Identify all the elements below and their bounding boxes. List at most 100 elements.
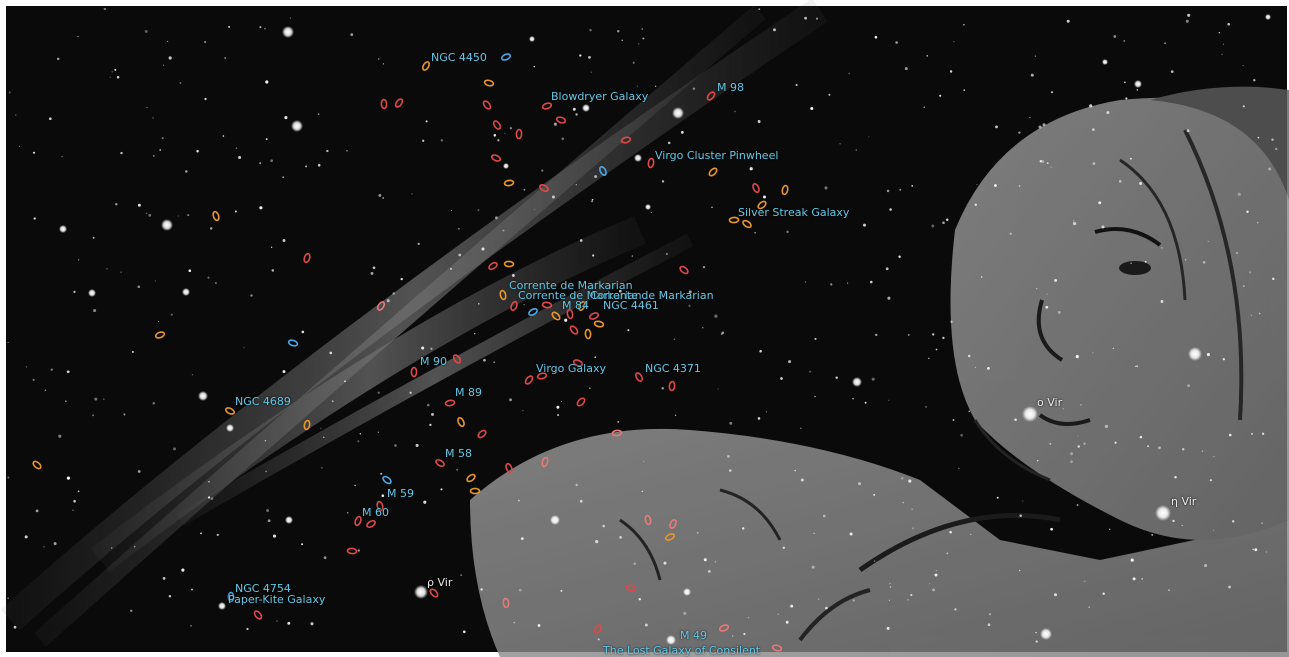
star: [267, 519, 271, 523]
star: [749, 167, 753, 171]
star: [1057, 310, 1061, 314]
bright-star[interactable]: [852, 377, 862, 387]
star: [270, 159, 273, 163]
bright-star[interactable]: [634, 154, 642, 162]
bright-star[interactable]: [1155, 505, 1171, 521]
star: [541, 169, 544, 172]
label-blowdryer-galaxy[interactable]: Blowdryer Galaxy: [551, 91, 648, 103]
star: [323, 556, 327, 560]
bright-star[interactable]: [1040, 628, 1052, 640]
bright-star[interactable]: [529, 36, 535, 42]
label-ngc-4371[interactable]: NGC 4371: [645, 363, 701, 375]
star: [642, 37, 645, 40]
star: [1054, 278, 1058, 282]
star: [238, 156, 242, 159]
star: [214, 282, 217, 284]
label-virgo-cluster-pinwheel[interactable]: Virgo Cluster Pinwheel: [655, 150, 778, 162]
bright-star[interactable]: [285, 516, 293, 524]
bright-star[interactable]: [1022, 406, 1038, 422]
bright-star[interactable]: [503, 163, 509, 169]
star: [1187, 13, 1191, 17]
bright-star[interactable]: [161, 219, 173, 231]
star: [717, 388, 719, 390]
bright-star[interactable]: [645, 204, 651, 210]
bright-star[interactable]: [291, 120, 303, 132]
label-silver-streak-galaxy[interactable]: Silver Streak Galaxy: [738, 207, 849, 219]
label-ngc-4689[interactable]: NGC 4689: [235, 396, 291, 408]
bright-star[interactable]: [226, 424, 234, 432]
star: [885, 267, 889, 271]
star: [572, 107, 576, 111]
star: [1172, 519, 1175, 523]
star: [289, 17, 291, 19]
bright-star[interactable]: [672, 107, 684, 119]
star: [560, 400, 563, 402]
star: [818, 598, 820, 600]
star: [1130, 558, 1134, 562]
bright-star[interactable]: [182, 288, 190, 296]
label-rho-vir[interactable]: ρ Vir: [427, 577, 452, 589]
label-m60[interactable]: M 60: [362, 507, 389, 519]
star: [889, 586, 892, 588]
label-m49[interactable]: M 49: [680, 630, 707, 642]
label-omicron-vir[interactable]: o Vir: [1037, 397, 1062, 409]
label-ngc-4461[interactable]: NGC 4461: [603, 300, 659, 312]
star: [188, 269, 192, 272]
label-m59[interactable]: M 59: [387, 488, 414, 500]
bright-star[interactable]: [414, 585, 428, 599]
star: [1038, 125, 1042, 129]
label-m98[interactable]: M 98: [717, 82, 744, 94]
bright-star[interactable]: [1188, 347, 1202, 361]
label-m90[interactable]: M 90: [420, 356, 447, 368]
star: [702, 327, 704, 329]
star: [641, 28, 643, 30]
star: [855, 149, 858, 151]
star: [1092, 128, 1095, 131]
label-lost-galaxy[interactable]: The Lost Galaxy of Consilent: [603, 645, 760, 657]
star: [871, 377, 875, 381]
star: [282, 176, 285, 178]
star: [359, 433, 361, 435]
label-eta-vir[interactable]: η Vir: [1171, 496, 1196, 508]
star: [120, 271, 122, 273]
star: [633, 562, 637, 565]
bright-star[interactable]: [1102, 59, 1108, 65]
star: [597, 638, 600, 641]
sky-view[interactable]: NGC 4450 Blowdryer Galaxy M 98 Virgo Clu…: [0, 0, 1289, 657]
label-m84[interactable]: M 84: [562, 300, 589, 312]
star: [714, 561, 717, 563]
bright-star[interactable]: [282, 26, 294, 38]
label-m89[interactable]: M 89: [455, 387, 482, 399]
star: [663, 561, 667, 565]
bright-star[interactable]: [1265, 14, 1271, 20]
star: [170, 313, 173, 316]
bright-star[interactable]: [683, 588, 691, 596]
star: [346, 511, 349, 514]
star: [372, 266, 376, 270]
star: [1019, 569, 1021, 572]
star: [952, 419, 955, 421]
star: [103, 7, 106, 11]
label-virgo-galaxy[interactable]: Virgo Galaxy: [536, 363, 606, 375]
star: [1242, 105, 1245, 108]
star: [1018, 131, 1021, 134]
star: [591, 198, 594, 201]
bright-star[interactable]: [198, 391, 208, 401]
star: [207, 496, 211, 499]
bright-star[interactable]: [550, 515, 560, 525]
label-ngc-4450[interactable]: NGC 4450: [431, 52, 487, 64]
bright-star[interactable]: [1134, 80, 1142, 88]
label-paper-kite-galaxy[interactable]: Paper-Kite Galaxy: [228, 594, 325, 606]
bright-star[interactable]: [59, 225, 67, 233]
bright-star[interactable]: [218, 602, 226, 610]
bright-star[interactable]: [88, 289, 96, 297]
star: [1046, 293, 1048, 295]
label-m58[interactable]: M 58: [445, 448, 472, 460]
bright-star[interactable]: [582, 104, 590, 112]
star: [196, 150, 199, 153]
star: [928, 357, 930, 360]
star: [643, 460, 645, 463]
star: [378, 193, 382, 197]
star: [785, 620, 789, 624]
star: [120, 151, 123, 155]
